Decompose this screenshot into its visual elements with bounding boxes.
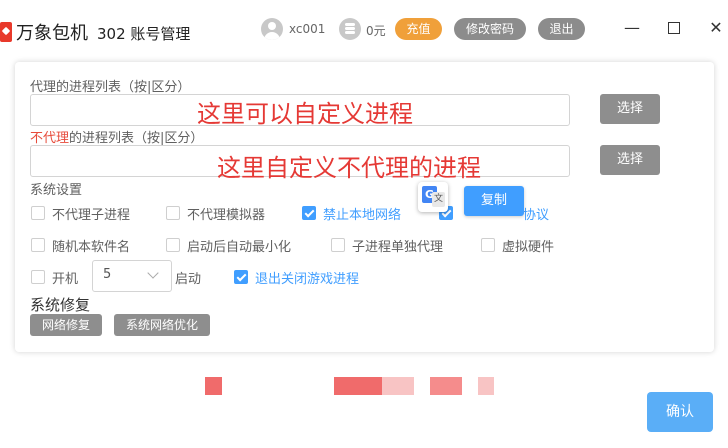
settings-panel: 代理的进程列表（按|区分） 这里可以自定义进程 选择 不代理的进程列表（按|区分… (15, 62, 714, 352)
balance-amount: 0元 (366, 24, 386, 38)
noproxy-process-hint: 这里自定义不代理的进程 (217, 154, 481, 182)
proxy-process-label: 代理的进程列表（按|区分） (30, 80, 191, 95)
minimize-window-button[interactable]: — (620, 16, 644, 40)
boot-start-checkbox[interactable] (31, 270, 45, 284)
google-translate-icon[interactable] (418, 182, 448, 212)
network-optimize-button[interactable]: 系统网络优化 (114, 314, 210, 336)
blurred-region (478, 377, 494, 395)
virtual-hardware-label[interactable]: 虚拟硬件 (502, 236, 554, 255)
username: xc001 (289, 22, 326, 36)
child-separate-proxy-checkbox[interactable] (331, 238, 345, 252)
random-name-checkbox[interactable] (31, 238, 45, 252)
app-logo-icon (0, 22, 12, 42)
blurred-region (334, 377, 382, 395)
noproxy-label-rest: 的进程列表（按|区分） (69, 131, 204, 146)
noproxy-label-highlight: 不代理 (30, 131, 70, 146)
auto-minimize-checkbox[interactable] (166, 238, 180, 252)
no-proxy-child-label[interactable]: 不代理子进程 (52, 204, 130, 223)
exit-close-game-checkbox[interactable] (234, 270, 248, 284)
copy-button[interactable]: 复制 (464, 186, 524, 216)
maximize-window-button[interactable] (662, 16, 686, 40)
window-subtitle: 302 账号管理 (97, 25, 191, 43)
proxy-select-button[interactable]: 选择 (600, 94, 660, 124)
boot-delay-select[interactable]: 5 (92, 260, 172, 292)
proxy-process-hint: 这里可以自定义进程 (197, 100, 413, 128)
start-label: 启动 (175, 272, 202, 287)
virtual-hardware-checkbox[interactable] (481, 238, 495, 252)
chevron-down-icon (147, 267, 159, 279)
system-repair-title: 系统修复 (30, 296, 91, 314)
noproxy-select-button[interactable]: 选择 (600, 145, 660, 175)
no-proxy-emulator-checkbox[interactable] (166, 206, 180, 220)
boot-delay-value: 5 (103, 267, 112, 282)
user-avatar-icon (261, 18, 283, 40)
random-name-label[interactable]: 随机本软件名 (52, 236, 130, 255)
app-name: 万象包机 (16, 23, 88, 44)
block-local-network-checkbox[interactable] (302, 206, 316, 220)
auto-minimize-label[interactable]: 启动后自动最小化 (187, 236, 291, 255)
protocol-label[interactable]: 协议 (523, 204, 549, 223)
no-proxy-child-checkbox[interactable] (31, 206, 45, 220)
noproxy-process-label: 不代理的进程列表（按|区分） (30, 127, 203, 146)
blurred-region (382, 377, 414, 395)
blurred-region (205, 377, 222, 395)
network-repair-button[interactable]: 网络修复 (30, 314, 102, 336)
no-proxy-emulator-label[interactable]: 不代理模拟器 (187, 204, 265, 223)
title-bar: 万象包机 302 账号管理 xc001 0元 充值 修改密码 退出 — ✕ (0, 0, 728, 58)
recharge-button[interactable]: 充值 (395, 18, 442, 40)
child-separate-proxy-label[interactable]: 子进程单独代理 (352, 236, 443, 255)
exit-close-game-label[interactable]: 退出关闭游戏进程 (255, 268, 359, 287)
confirm-button[interactable]: 确认 (647, 392, 713, 432)
system-settings-title: 系统设置 (30, 183, 83, 198)
logout-button[interactable]: 退出 (538, 18, 585, 40)
blurred-region (430, 377, 462, 395)
close-window-button[interactable]: ✕ (704, 16, 728, 40)
maximize-icon (668, 22, 680, 34)
block-local-network-label[interactable]: 禁止本地网络 (323, 204, 401, 223)
balance-coin-icon (339, 18, 361, 40)
change-password-button[interactable]: 修改密码 (454, 18, 526, 40)
boot-label: 开机 (52, 272, 79, 287)
